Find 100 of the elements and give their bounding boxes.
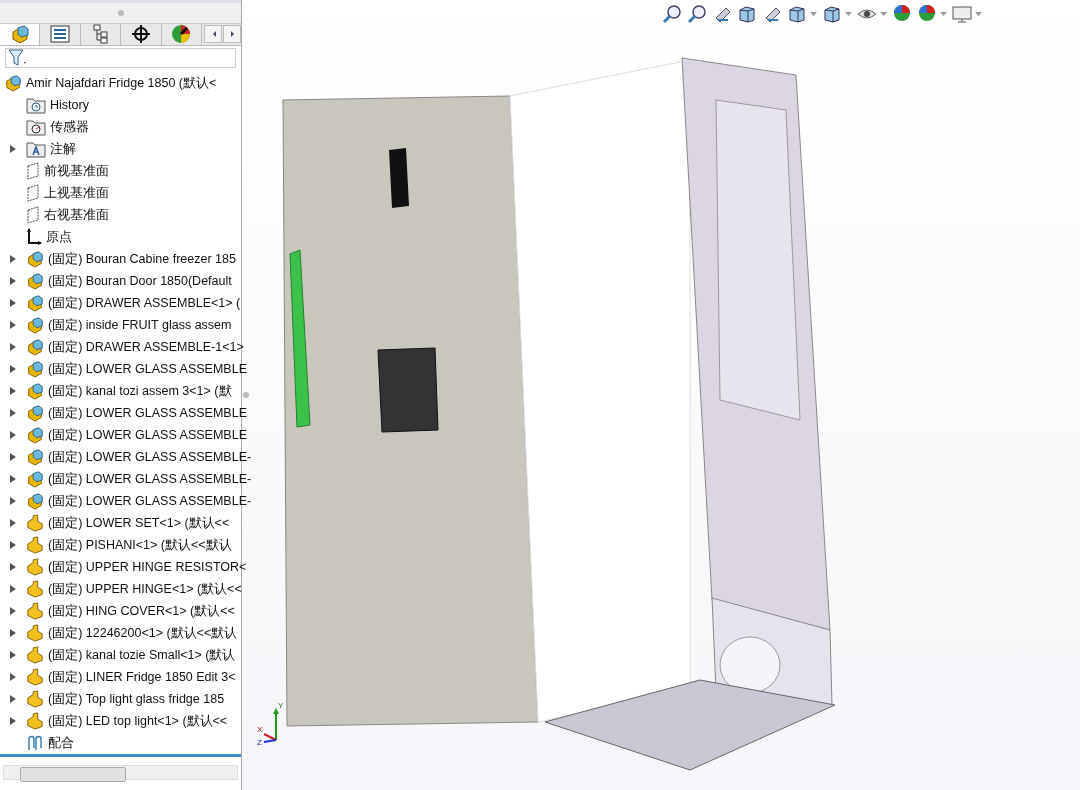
assembly-icon: [26, 426, 44, 445]
expand-arrow-icon[interactable]: [10, 277, 16, 286]
color-ball-icon: [171, 24, 192, 45]
tree-item[interactable]: 上视基准面: [44, 184, 109, 202]
expand-arrow-icon[interactable]: [10, 563, 16, 572]
assembly-icon: [26, 404, 44, 423]
crosshair-icon: [130, 24, 151, 45]
tree-item[interactable]: (固定) LOWER GLASS ASSEMBLE: [48, 426, 247, 444]
expand-arrow-icon[interactable]: [10, 321, 16, 330]
tree-item[interactable]: (固定) LOWER GLASS ASSEMBLE-: [48, 470, 252, 488]
expand-arrow-icon[interactable]: [10, 541, 16, 550]
expand-arrow-icon[interactable]: [10, 651, 16, 660]
tree-item[interactable]: (固定) UPPER HINGE<1> (默认<<: [48, 580, 242, 598]
tree-item[interactable]: 右视基准面: [44, 206, 109, 224]
expand-arrow-icon[interactable]: [10, 519, 16, 528]
tree-item[interactable]: (固定) Top light glass fridge 185: [48, 690, 225, 708]
color-ball-icon[interactable]: [917, 4, 937, 24]
tree-item[interactable]: (固定) kanal tozie Small<1> (默认: [48, 646, 236, 664]
expand-arrow-icon[interactable]: [10, 453, 16, 462]
expand-arrow-icon[interactable]: [10, 607, 16, 616]
tree-item[interactable]: (固定) LOWER SET<1> (默认<<: [48, 514, 230, 532]
tree-item[interactable]: (固定) HING COVER<1> (默认<<: [48, 602, 235, 620]
tree-item[interactable]: (固定) LOWER GLASS ASSEMBLE-: [48, 492, 252, 510]
axis-triad-drawing: Y X Z: [256, 700, 288, 746]
cube-icon[interactable]: [822, 4, 842, 24]
part-icon: [26, 514, 44, 533]
expand-arrow-icon[interactable]: [10, 673, 16, 682]
tree-item[interactable]: (固定) LOWER GLASS ASSEMBLE: [48, 404, 247, 422]
assembly-icon: [26, 316, 44, 335]
scrollbar-thumb[interactable]: [20, 766, 126, 782]
color-ball-icon[interactable]: [892, 4, 912, 24]
assembly-icon: [4, 74, 22, 93]
zoom-icon[interactable]: [662, 4, 682, 24]
splitter-handle-icon[interactable]: [243, 392, 249, 398]
dropdown-caret-icon[interactable]: [975, 12, 982, 16]
tree-item[interactable]: (固定) LOWER GLASS ASSEMBLE: [48, 360, 247, 378]
tree-item[interactable]: 注解: [50, 140, 76, 158]
assembly-icon: [26, 250, 44, 269]
tree-item[interactable]: 前视基准面: [44, 162, 109, 180]
tree-item[interactable]: (固定) DRAWER ASSEMBLE-1<1>: [48, 338, 244, 356]
expand-arrow-icon[interactable]: [10, 145, 16, 154]
origin-icon: [26, 228, 42, 247]
tree-item[interactable]: Amir Najafdari Fridge 1850 (默认<: [26, 74, 217, 92]
tree-item[interactable]: (固定) UPPER HINGE RESISTOR<: [48, 558, 247, 576]
assembly-icon: [9, 24, 30, 45]
tree-item[interactable]: (固定) DRAWER ASSEMBLE<1> (: [48, 294, 241, 312]
assembly-icon: [26, 448, 44, 467]
filter-icon: [8, 49, 28, 68]
expand-arrow-icon[interactable]: [10, 475, 16, 484]
expand-arrow-icon[interactable]: [10, 387, 16, 396]
expand-arrow-icon[interactable]: [10, 365, 16, 374]
dropdown-caret-icon[interactable]: [810, 12, 817, 16]
tree-item[interactable]: (固定) kanal tozi assem 3<1> (默: [48, 382, 232, 400]
horizontal-scrollbar[interactable]: [3, 764, 238, 780]
expand-arrow-icon[interactable]: [10, 255, 16, 264]
expand-arrow-icon[interactable]: [10, 717, 16, 726]
tree-item[interactable]: 传感器: [50, 118, 89, 136]
tree-item[interactable]: (固定) LED top light<1> (默认<<: [48, 712, 228, 730]
zoom-icon[interactable]: [687, 4, 707, 24]
expand-arrow-icon[interactable]: [10, 431, 16, 440]
part-icon: [26, 558, 44, 577]
part-icon: [26, 536, 44, 555]
tree-item[interactable]: (固定) Bouran Door 1850(Default: [48, 272, 232, 290]
part-icon: [26, 602, 44, 621]
monitor-icon[interactable]: [952, 4, 972, 24]
tree-item[interactable]: (固定) Bouran Cabine freezer 185: [48, 250, 236, 268]
splitter-handle-icon[interactable]: [117, 9, 124, 16]
tree-item[interactable]: (固定) inside FRUIT glass assem: [48, 316, 232, 334]
plane-icon: [26, 184, 40, 203]
cube-icon[interactable]: [787, 4, 807, 24]
expand-arrow-icon[interactable]: [10, 497, 16, 506]
history-folder-icon: [26, 96, 46, 115]
assembly-icon: [26, 382, 44, 401]
expand-arrow-icon[interactable]: [10, 585, 16, 594]
tree-item[interactable]: History: [50, 98, 89, 113]
tree-item[interactable]: (固定) LINER Fridge 1850 Edit 3<: [48, 668, 236, 686]
part-icon: [26, 712, 44, 731]
dropdown-caret-icon[interactable]: [880, 12, 887, 16]
assembly-icon: [26, 294, 44, 313]
expand-arrow-icon[interactable]: [10, 409, 16, 418]
part-icon: [26, 580, 44, 599]
filter-field[interactable]: [5, 48, 236, 69]
assembly-icon: [26, 360, 44, 379]
expand-arrow-icon[interactable]: [10, 299, 16, 308]
tree-item[interactable]: 原点: [46, 228, 72, 246]
tree-item[interactable]: 配合: [48, 734, 74, 752]
assembly-icon: [26, 470, 44, 489]
expand-arrow-icon[interactable]: [10, 695, 16, 704]
tree-item[interactable]: (固定) LOWER GLASS ASSEMBLE-: [48, 448, 252, 466]
list-icon: [50, 25, 71, 44]
dropdown-caret-icon[interactable]: [845, 12, 852, 16]
tree-item[interactable]: (固定) 12246200<1> (默认<<默认: [48, 624, 238, 642]
expand-arrow-icon[interactable]: [10, 343, 16, 352]
expand-arrow-icon[interactable]: [10, 629, 16, 638]
tree-item[interactable]: (固定) PISHANI<1> (默认<<默认: [48, 536, 232, 554]
cube-icon[interactable]: [737, 4, 757, 24]
dropdown-caret-icon[interactable]: [940, 12, 947, 16]
part-icon: [26, 668, 44, 687]
plane-icon: [26, 206, 40, 225]
part-icon: [26, 646, 44, 665]
